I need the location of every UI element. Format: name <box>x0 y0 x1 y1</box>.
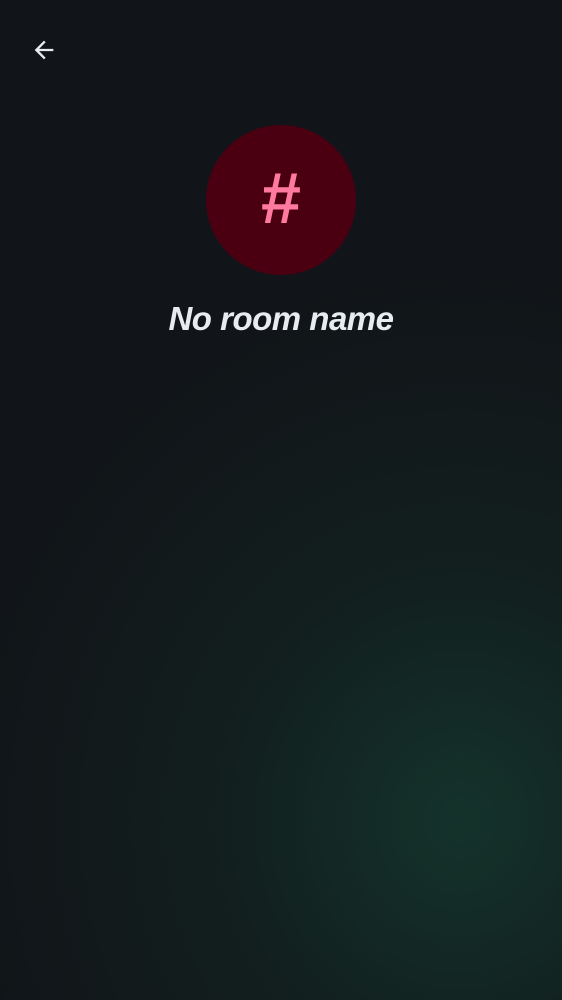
room-name: No room name <box>168 300 394 337</box>
room-avatar: # <box>206 125 356 275</box>
back-button[interactable] <box>22 28 66 72</box>
room-avatar-glyph: # <box>260 159 302 239</box>
arrow-left-icon <box>34 40 54 60</box>
